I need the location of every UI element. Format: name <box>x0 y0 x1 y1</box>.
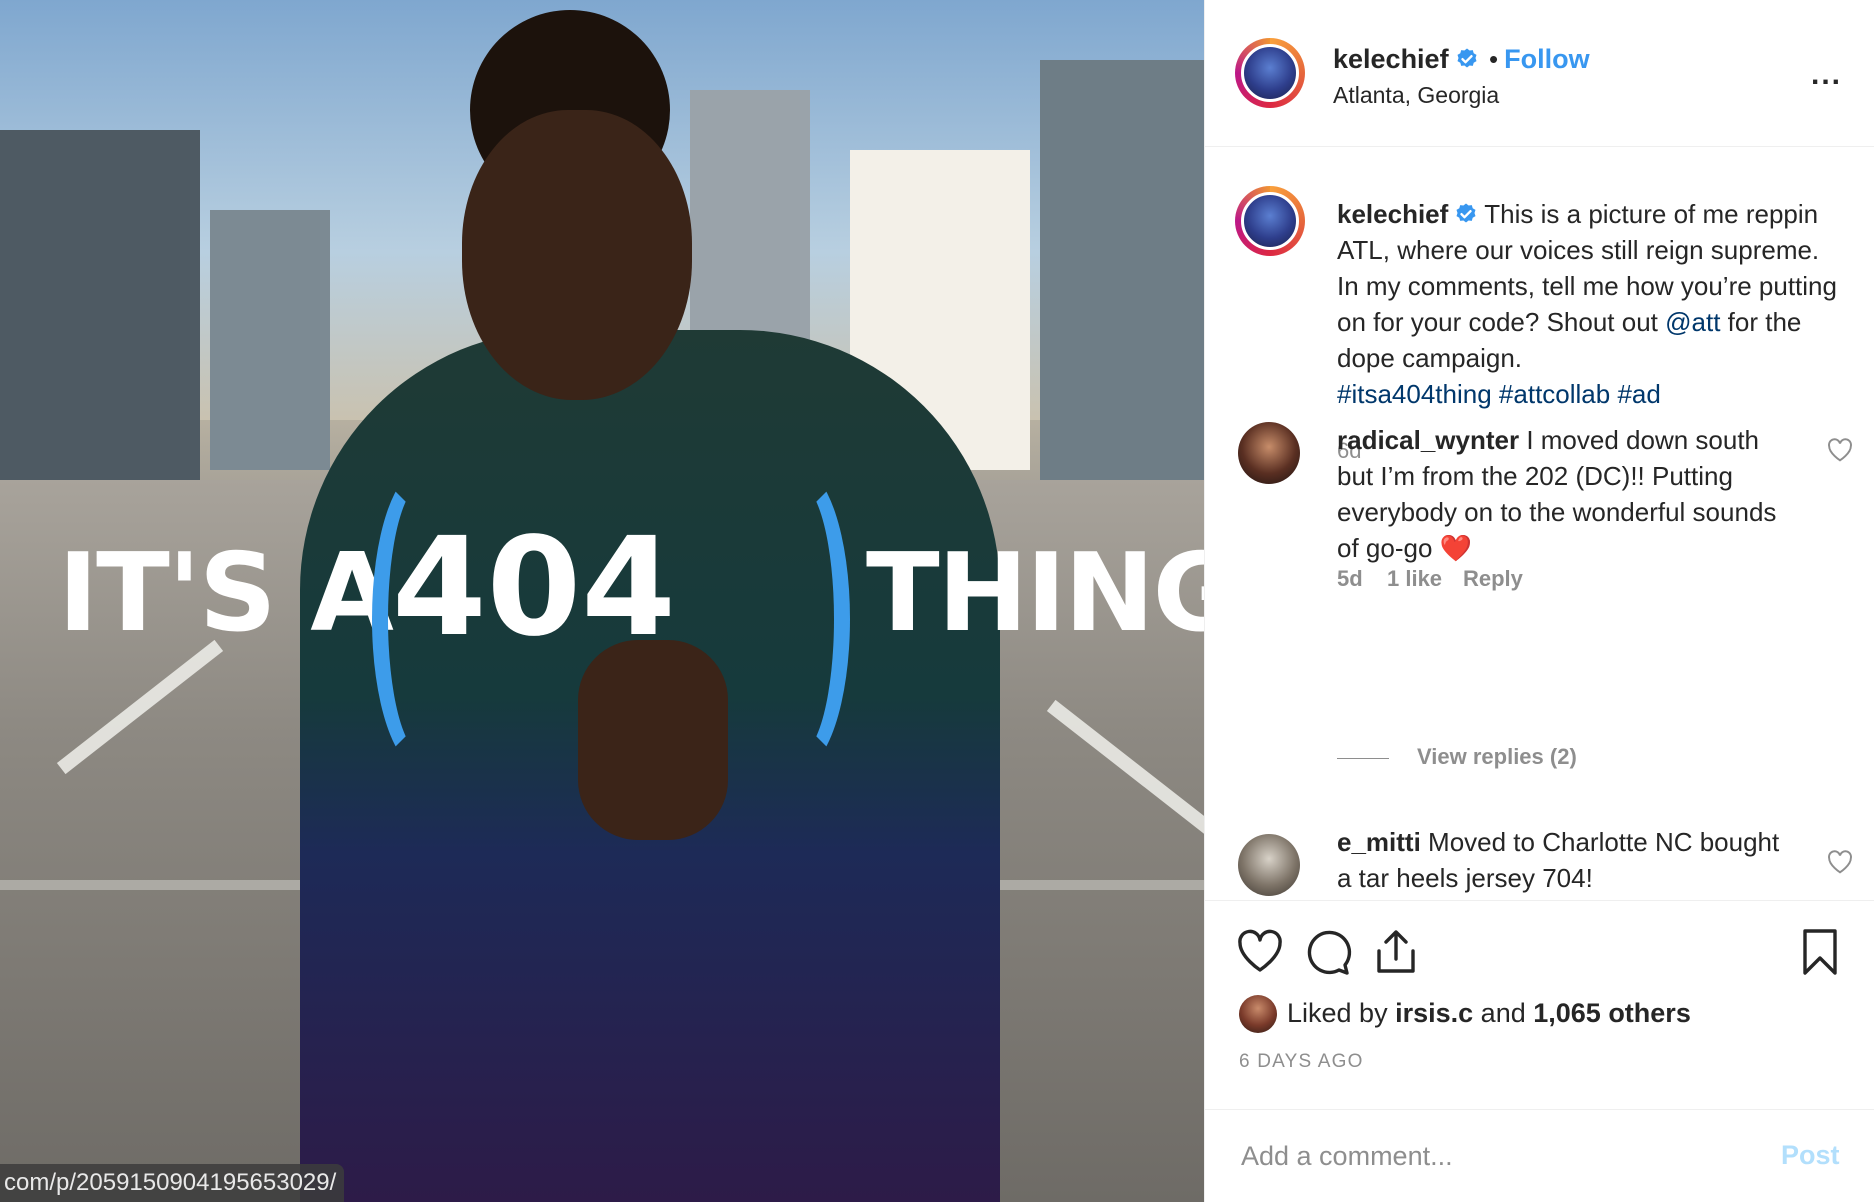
commenter-avatar[interactable] <box>1238 422 1300 484</box>
ad-text-left: IT'S A <box>58 531 394 656</box>
author-username[interactable]: kelechief <box>1333 44 1449 74</box>
liked-prefix: Liked by <box>1287 998 1388 1028</box>
hashtag-link[interactable]: #attcollab <box>1499 379 1610 409</box>
heart-icon[interactable] <box>1235 927 1285 977</box>
ad-text-number: 404 <box>392 509 676 667</box>
comment-age[interactable]: 5d <box>1337 566 1363 592</box>
post-comment-button[interactable]: Post <box>1781 1140 1840 1171</box>
caption-text: kelechief This is a picture of me reppin … <box>1337 196 1837 412</box>
comment-icon[interactable] <box>1303 927 1353 977</box>
post-header: kelechief • Follow Atlanta, Georgia ... <box>1205 0 1874 147</box>
add-comment-bar: Post <box>1205 1109 1874 1204</box>
comment-text: e_mitti Moved to Charlotte NC bought a t… <box>1337 824 1787 896</box>
comment-likes[interactable]: 1 like <box>1387 566 1442 592</box>
more-options-icon[interactable]: ... <box>1811 58 1842 92</box>
liker-avatar[interactable] <box>1239 995 1277 1033</box>
post-actions: Liked by irsis.c and 1,065 others 6 DAYS… <box>1205 900 1874 1203</box>
share-icon[interactable] <box>1371 927 1421 977</box>
view-replies-line <box>1337 758 1389 759</box>
photo-building <box>0 130 200 490</box>
heart-emoji: ❤️ <box>1439 533 1473 563</box>
liked-by-text: Liked by irsis.c and 1,065 others <box>1287 995 1691 1031</box>
post-sidebar: kelechief • Follow Atlanta, Georgia ... k… <box>1204 0 1874 1202</box>
reply-button[interactable]: Reply <box>1463 566 1523 592</box>
liked-and: and <box>1480 998 1526 1028</box>
like-comment-heart-icon[interactable] <box>1827 850 1853 874</box>
mention-link[interactable]: @att <box>1665 307 1720 337</box>
verified-badge-icon <box>1456 203 1476 223</box>
hashtag-link[interactable]: #itsa404thing <box>1337 379 1492 409</box>
comment-text: radical_wynter I moved down south but I’… <box>1337 422 1787 566</box>
post-date[interactable]: 6 DAYS AGO <box>1239 1051 1364 1073</box>
verified-badge-icon <box>1457 48 1477 68</box>
ad-text-right: THING <box>866 531 1204 656</box>
commenter-username[interactable]: e_mitti <box>1337 827 1421 857</box>
author-avatar[interactable] <box>1235 38 1305 108</box>
liked-count[interactable]: 1,065 others <box>1533 998 1691 1028</box>
follow-button[interactable]: Follow <box>1504 44 1589 74</box>
bookmark-icon[interactable] <box>1795 927 1845 977</box>
post-image[interactable]: IT'S A 404 THING com/p/20591509041956530… <box>0 0 1204 1202</box>
like-comment-heart-icon[interactable] <box>1827 438 1853 462</box>
view-replies-button[interactable]: View replies (2) <box>1417 744 1577 770</box>
author-line: kelechief • Follow <box>1333 44 1590 75</box>
comments-section[interactable]: kelechief This is a picture of me reppin … <box>1205 146 1874 900</box>
photo-person-head <box>462 110 692 400</box>
ad-paren-right <box>748 468 850 770</box>
commenter-username[interactable]: radical_wynter <box>1337 425 1519 455</box>
commenter-avatar[interactable] <box>1238 834 1300 896</box>
hashtag-link[interactable]: #ad <box>1617 379 1660 409</box>
liked-user[interactable]: irsis.c <box>1395 998 1473 1028</box>
caption-author-avatar[interactable] <box>1235 186 1305 256</box>
status-url-overlay: com/p/2059150904195653029/ <box>0 1164 345 1202</box>
photo-building <box>1040 60 1204 480</box>
post-location[interactable]: Atlanta, Georgia <box>1333 82 1499 109</box>
header-separator: • <box>1489 44 1499 74</box>
caption-username[interactable]: kelechief <box>1337 199 1448 229</box>
add-comment-input[interactable] <box>1239 1130 1743 1182</box>
photo-building <box>210 210 330 470</box>
photo-person-hands <box>578 640 728 840</box>
